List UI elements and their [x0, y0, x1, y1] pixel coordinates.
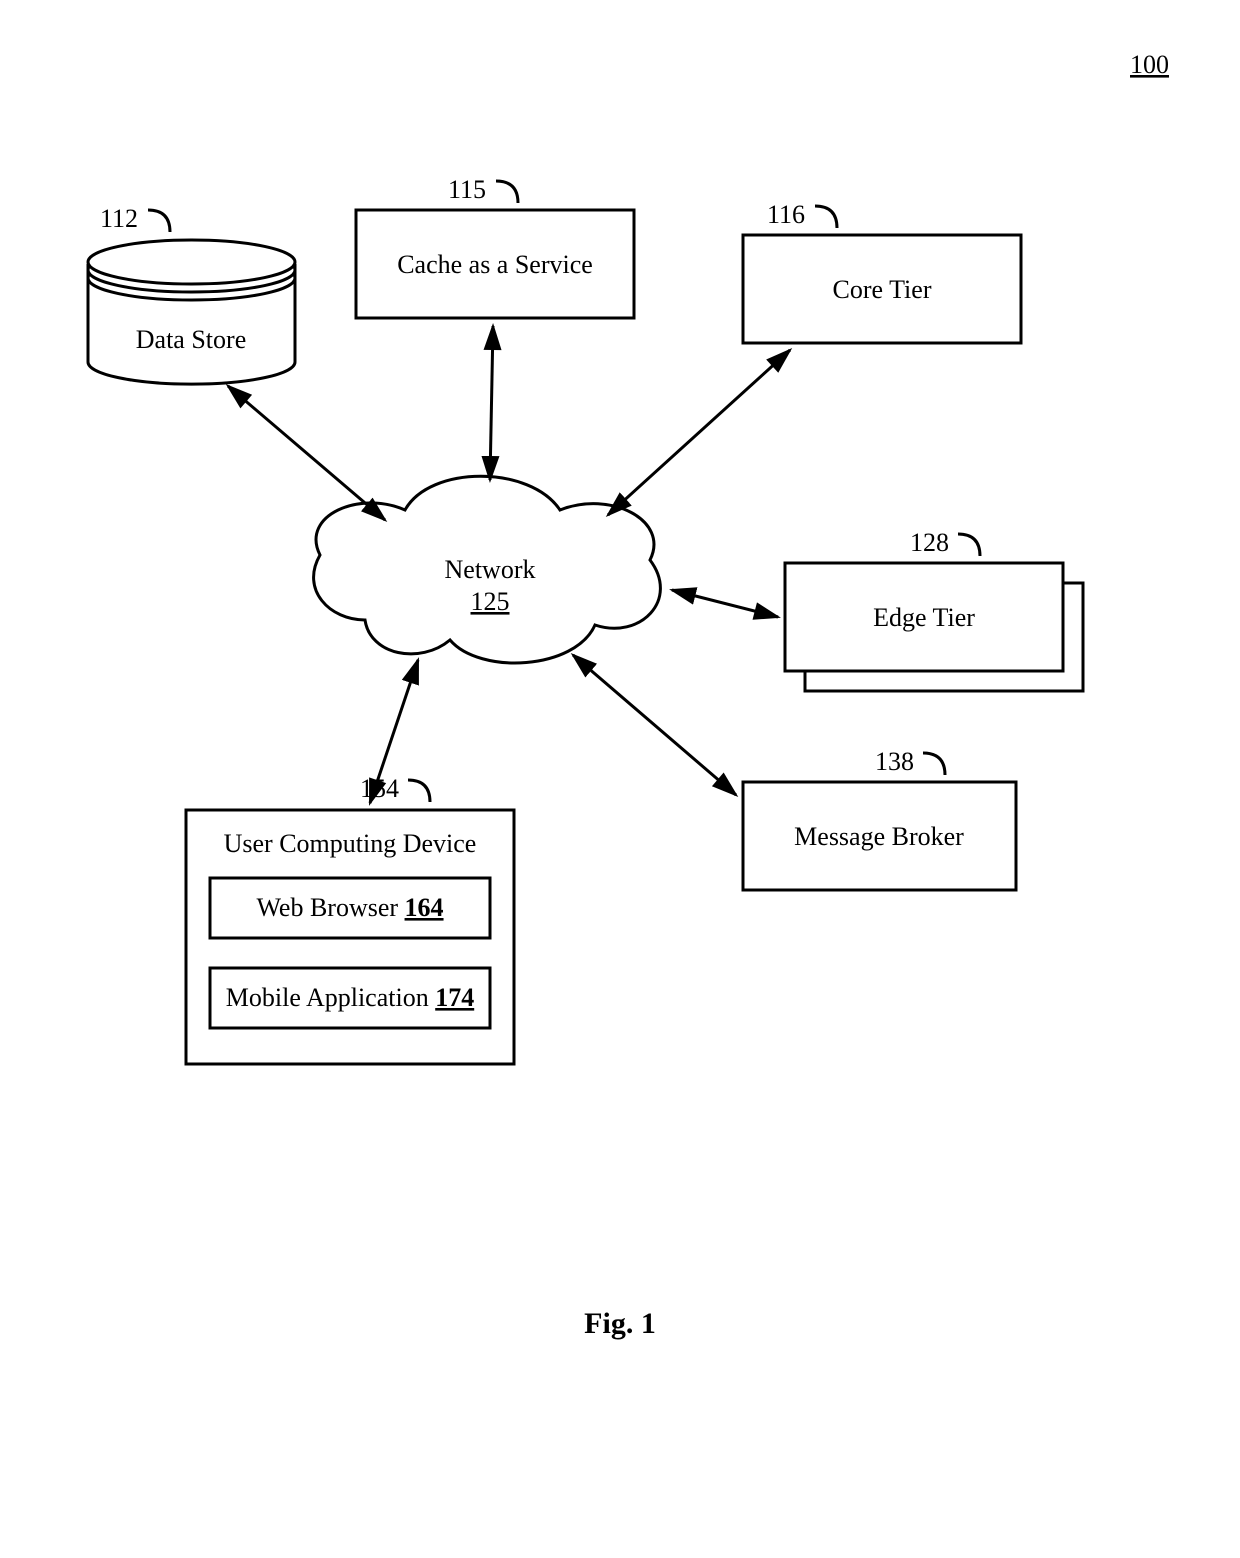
- message-broker-ref: 138: [875, 747, 914, 776]
- callout-hook-icon: [815, 206, 837, 228]
- connector-broker-network: [573, 655, 736, 795]
- web-browser-label: Web Browser 164: [256, 893, 443, 922]
- cache-label: Cache as a Service: [397, 250, 593, 279]
- connector-edge-network: [672, 590, 778, 617]
- connector-core-network: [608, 350, 790, 515]
- cache-node: 115 Cache as a Service: [356, 175, 634, 318]
- message-broker-node: 138 Message Broker: [743, 747, 1016, 890]
- diagram-page: 100 112 Data Store 115 Cache as a Servic…: [0, 0, 1240, 1558]
- edge-tier-ref: 128: [910, 528, 949, 557]
- callout-hook-icon: [408, 780, 430, 802]
- connector-datastore-network: [228, 386, 385, 520]
- core-tier-label: Core Tier: [833, 275, 932, 304]
- network-label: Network: [445, 555, 536, 584]
- data-store-ref: 112: [100, 204, 138, 233]
- callout-hook-icon: [496, 181, 518, 203]
- figure-caption: Fig. 1: [584, 1307, 656, 1340]
- core-tier-node: 116 Core Tier: [743, 200, 1021, 343]
- data-store-node: 112 Data Store: [88, 204, 295, 384]
- callout-hook-icon: [958, 534, 980, 556]
- user-device-label: User Computing Device: [224, 829, 477, 858]
- edge-tier-label: Edge Tier: [873, 603, 975, 632]
- user-device-node: 154 User Computing Device Web Browser 16…: [186, 774, 514, 1064]
- callout-hook-icon: [923, 753, 945, 775]
- message-broker-label: Message Broker: [794, 822, 964, 851]
- network-ref: 125: [471, 587, 510, 616]
- connector-cache-network: [490, 326, 493, 480]
- cache-ref: 115: [448, 175, 486, 204]
- data-store-label: Data Store: [136, 325, 246, 354]
- core-tier-ref: 116: [767, 200, 805, 229]
- edge-tier-node: 128 Edge Tier: [785, 528, 1083, 691]
- callout-hook-icon: [148, 210, 170, 232]
- mobile-app-label: Mobile Application 174: [226, 983, 474, 1012]
- figure-number: 100: [1130, 50, 1169, 79]
